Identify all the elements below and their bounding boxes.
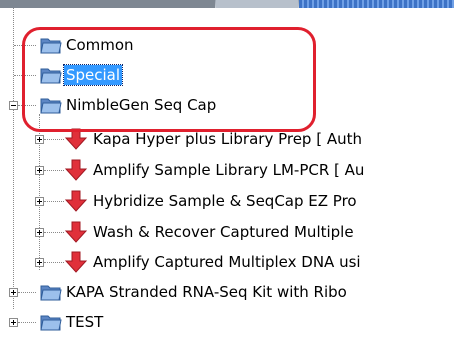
tree-item-kapa-stranded[interactable]: KAPA Stranded RNA-Seq Kit with Ribo xyxy=(0,279,454,305)
tree-item-label: TEST xyxy=(66,313,104,331)
expand-toggle[interactable] xyxy=(35,197,44,206)
tree-item-label: Wash & Recover Captured Multiple xyxy=(93,223,354,241)
red-down-arrow-icon xyxy=(64,221,88,243)
red-down-arrow-icon xyxy=(64,251,88,273)
tree-item-test[interactable]: TEST xyxy=(0,309,300,335)
tree-item-label: Amplify Sample Library LM-PCR [ Au xyxy=(93,161,365,179)
tree-view[interactable]: Common Special NimbleGen Seq Cap Kapa Hy… xyxy=(0,8,454,341)
expand-toggle[interactable] xyxy=(35,135,44,144)
tree-item-label: KAPA Stranded RNA-Seq Kit with Ribo xyxy=(66,283,347,301)
top-toolbar-strip xyxy=(0,0,454,8)
toolbar-segment xyxy=(0,0,215,8)
tree-item-step[interactable]: Wash & Recover Captured Multiple xyxy=(0,219,454,245)
expand-toggle[interactable] xyxy=(9,288,18,297)
expand-toggle[interactable] xyxy=(35,166,44,175)
tree-item-step[interactable]: Amplify Sample Library LM-PCR [ Au xyxy=(0,157,454,183)
red-down-arrow-icon xyxy=(64,190,88,212)
red-down-arrow-icon xyxy=(64,159,88,181)
toolbar-segment xyxy=(216,0,298,8)
expand-toggle[interactable] xyxy=(9,318,18,327)
collapse-toggle[interactable] xyxy=(9,101,18,110)
red-highlight-outline xyxy=(22,27,316,132)
tree-item-step[interactable]: Hybridize Sample & SeqCap EZ Pro xyxy=(0,188,454,214)
folder-icon xyxy=(40,315,62,331)
expand-toggle[interactable] xyxy=(35,258,44,267)
expand-toggle[interactable] xyxy=(35,228,44,237)
toolbar-segment xyxy=(299,0,454,8)
tree-item-step[interactable]: Amplify Captured Multiplex DNA usi xyxy=(0,249,454,275)
tree-item-label: Kapa Hyper plus Library Prep [ Auth xyxy=(93,130,362,148)
tree-item-label: Amplify Captured Multiplex DNA usi xyxy=(93,253,361,271)
tree-item-label: Hybridize Sample & SeqCap EZ Pro xyxy=(93,192,357,210)
folder-icon xyxy=(40,285,62,301)
